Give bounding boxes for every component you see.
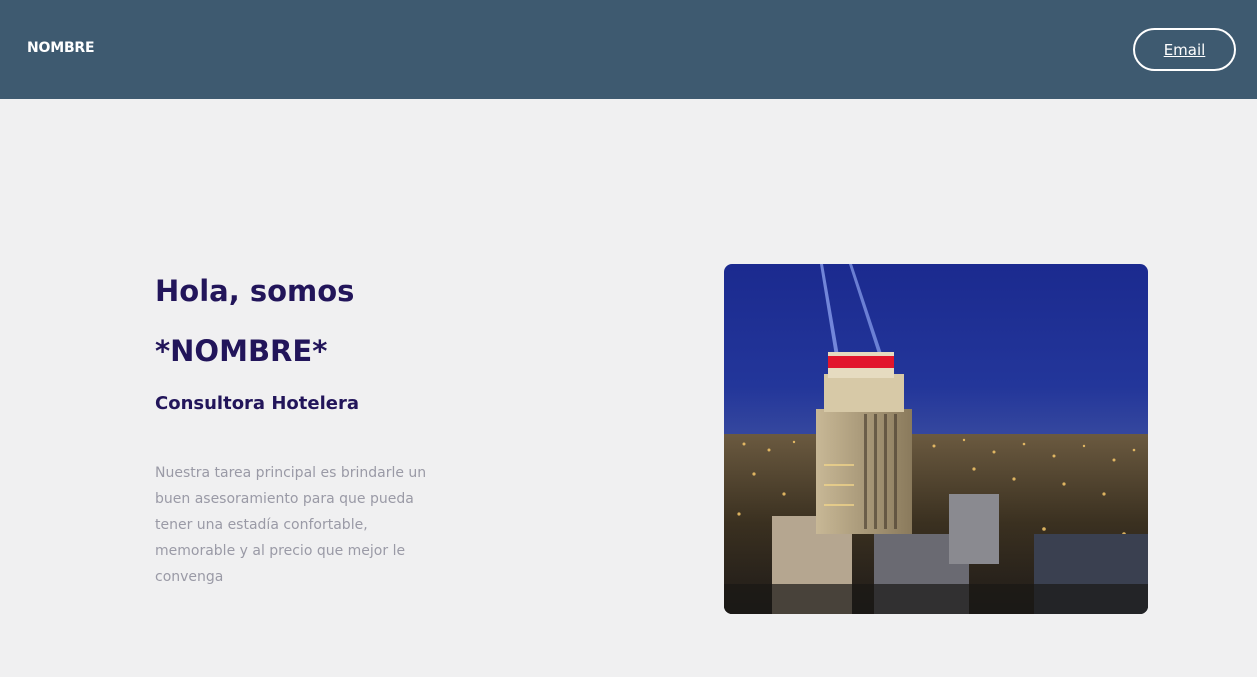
brand-name[interactable]: NOMBRE — [27, 40, 95, 56]
description-text: Nuestra tarea principal es brindarle un … — [155, 465, 427, 585]
headline-line-1: Hola, somos — [155, 274, 355, 308]
page-title: Hola, somos *NOMBRE* — [155, 261, 535, 381]
email-button[interactable]: Email — [1133, 28, 1236, 71]
headline-line-2: *NOMBRE* — [155, 334, 328, 368]
subtitle: Consultora Hotelera — [155, 393, 359, 414]
hotel-photo — [724, 264, 1148, 614]
top-navbar: NOMBRE Email — [0, 0, 1257, 99]
